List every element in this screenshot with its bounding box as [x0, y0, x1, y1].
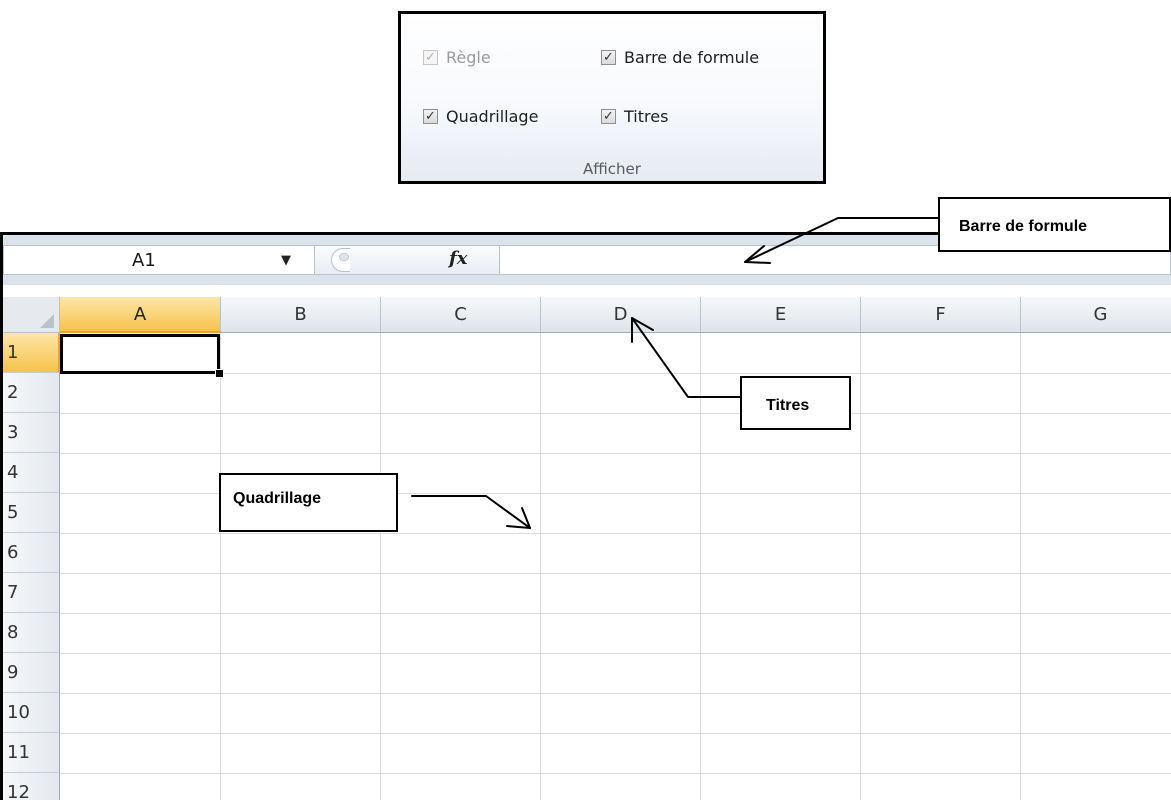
checkmark-icon: ✓	[601, 109, 616, 124]
gridline	[60, 373, 1171, 374]
column-header-d[interactable]: D	[541, 297, 701, 333]
row-header-11[interactable]: 11	[3, 733, 60, 773]
checkbox-regle[interactable]: ✓ Règle	[423, 48, 491, 67]
gridline	[700, 333, 701, 800]
row-header-2[interactable]: 2	[3, 373, 60, 413]
gridline	[60, 453, 1171, 454]
checkmark-icon: ✓	[601, 50, 616, 65]
resize-handle-dot	[339, 253, 349, 261]
row-header-1[interactable]: 1	[3, 333, 60, 373]
gridline	[60, 613, 1171, 614]
spreadsheet-window: A1 ▼ fx A B C D E F G 1 2 3 4 5 6 7 8 9 …	[0, 232, 1171, 800]
dropdown-arrow-icon[interactable]: ▼	[281, 253, 291, 268]
gridline	[860, 333, 861, 800]
row-header-8[interactable]: 8	[3, 613, 60, 653]
gridline	[60, 413, 1171, 414]
checkmark-icon: ✓	[423, 109, 438, 124]
gridline	[60, 733, 1171, 734]
column-header-a[interactable]: A	[60, 297, 221, 333]
column-header-b[interactable]: B	[221, 297, 381, 333]
active-cell-a1[interactable]	[60, 334, 220, 374]
column-header-g[interactable]: G	[1021, 297, 1171, 333]
callout-quadrillage: Quadrillage	[219, 473, 398, 532]
row-header-7[interactable]: 7	[3, 573, 60, 613]
ribbon-group-afficher: ✓ Règle ✓ Barre de formule ✓ Quadrillage…	[398, 11, 826, 184]
checkbox-label: Barre de formule	[624, 48, 760, 67]
name-box[interactable]: A1 ▼	[3, 245, 315, 275]
row-header-9[interactable]: 9	[3, 653, 60, 693]
callout-label: Barre de formule	[959, 218, 1088, 235]
callout-titres: Titres	[740, 376, 851, 430]
checkmark-icon: ✓	[423, 50, 438, 65]
gridline	[380, 333, 381, 800]
column-header-c[interactable]: C	[381, 297, 541, 333]
callout-label: Quadrillage	[233, 490, 322, 507]
row-header-12[interactable]: 12	[3, 773, 60, 800]
group-label: Afficher	[583, 160, 641, 178]
select-all-triangle-icon	[40, 314, 54, 328]
checkbox-titres[interactable]: ✓ Titres	[601, 107, 668, 126]
row-header-10[interactable]: 10	[3, 693, 60, 733]
row-header-3[interactable]: 3	[3, 413, 60, 453]
checkbox-label: Quadrillage	[446, 107, 539, 126]
fill-handle[interactable]	[215, 369, 224, 378]
gridline	[540, 333, 541, 800]
gridline	[60, 773, 1171, 774]
checkbox-label: Règle	[446, 48, 491, 67]
gridline	[220, 333, 221, 800]
gridline	[1020, 333, 1021, 800]
gridline	[60, 533, 1171, 534]
column-header-e[interactable]: E	[701, 297, 861, 333]
callout-barre-de-formule: Barre de formule	[938, 197, 1171, 252]
gridline	[60, 573, 1171, 574]
column-header-f[interactable]: F	[861, 297, 1021, 333]
name-box-value: A1	[132, 250, 156, 271]
insert-function-icon[interactable]: fx	[449, 248, 467, 269]
checkbox-barre-de-formule[interactable]: ✓ Barre de formule	[601, 48, 759, 67]
checkbox-label: Titres	[624, 107, 669, 126]
row-header-4[interactable]: 4	[3, 453, 60, 493]
row-header-6[interactable]: 6	[3, 533, 60, 573]
select-all-button[interactable]	[3, 297, 60, 333]
callout-label: Titres	[766, 397, 810, 414]
gridline	[60, 693, 1171, 694]
row-header-5[interactable]: 5	[3, 493, 60, 533]
gridline	[60, 653, 1171, 654]
checkbox-quadrillage[interactable]: ✓ Quadrillage	[423, 107, 538, 126]
